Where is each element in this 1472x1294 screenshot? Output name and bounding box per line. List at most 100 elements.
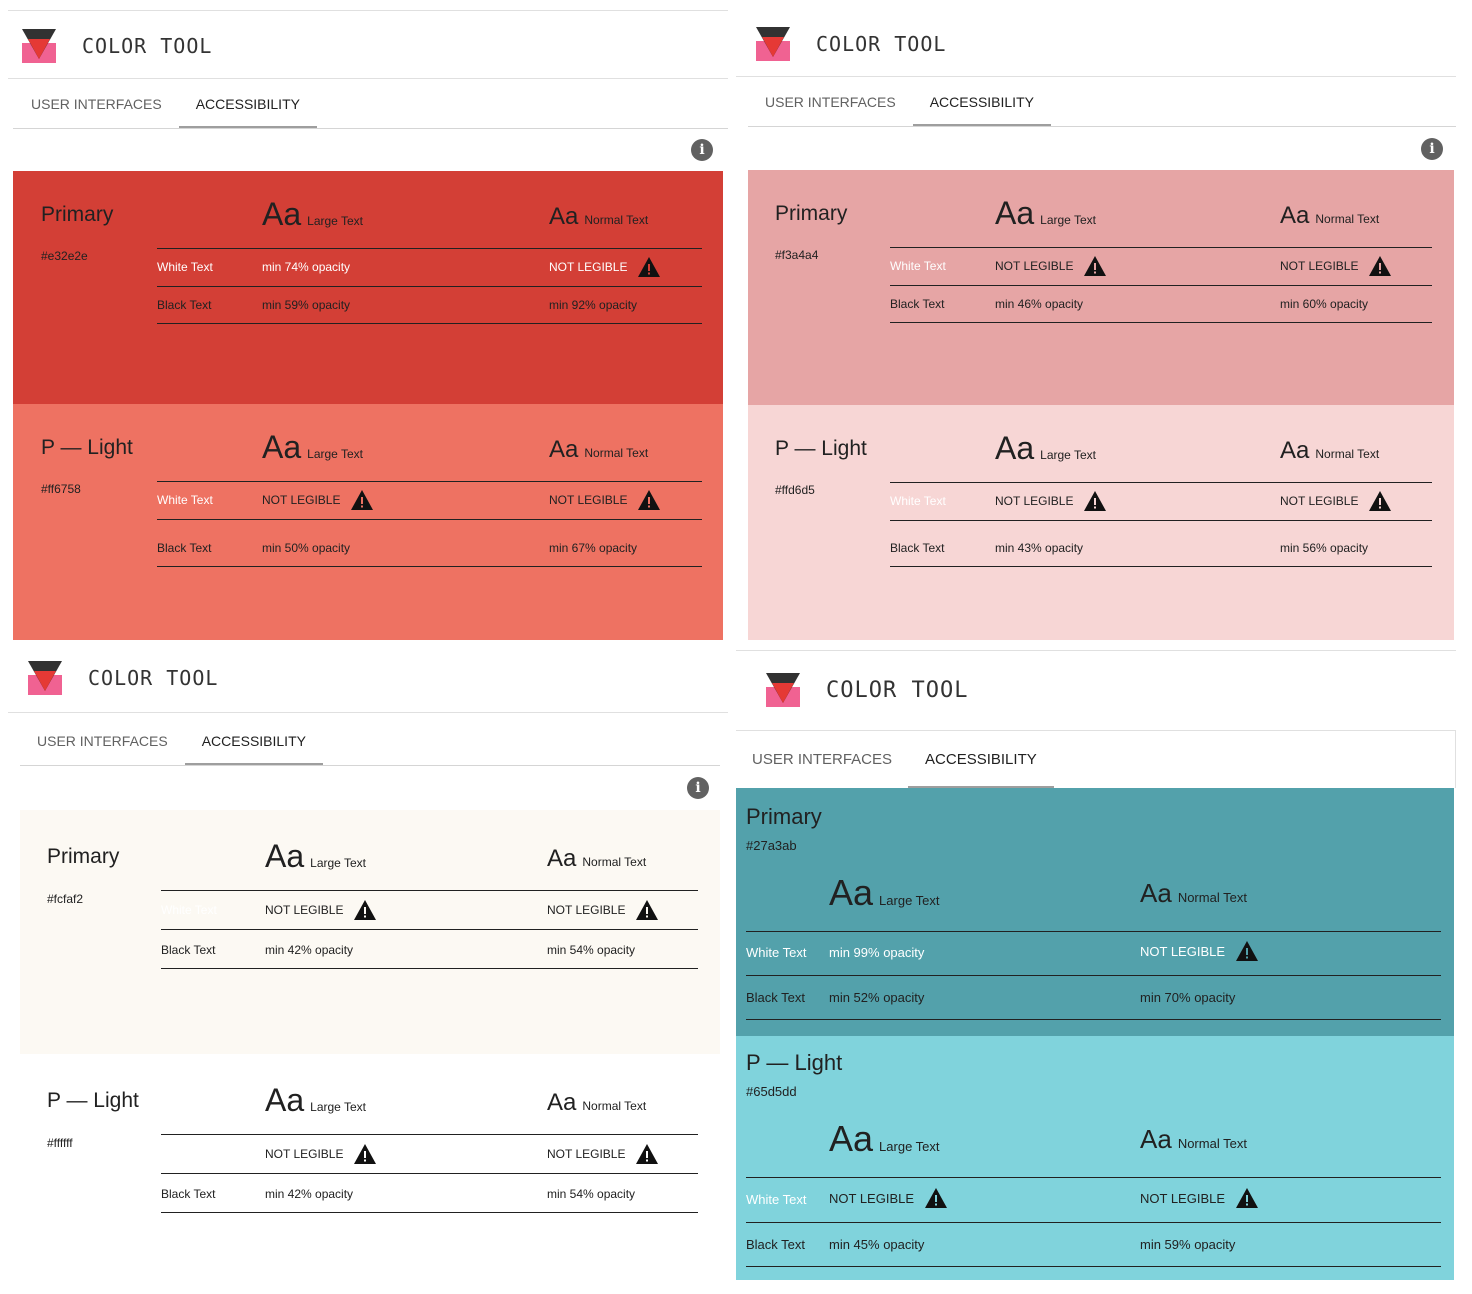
normal-text-sample: Aa Normal Text xyxy=(1140,1124,1247,1154)
app-bar: COLOR TOOL xyxy=(766,672,1456,708)
black-normal-value: min 67% opacity xyxy=(549,541,638,555)
tab-user-interfaces[interactable]: USER INTERFACES xyxy=(14,80,179,128)
white-normal-value: NOT LEGIBLE xyxy=(1280,255,1392,277)
normal-text-sample: Aa Normal Text xyxy=(1280,202,1380,229)
color-tool-logo-icon xyxy=(756,27,792,61)
tab-accessibility[interactable]: ACCESSIBILITY xyxy=(178,80,318,128)
white-normal-value: NOT LEGIBLE xyxy=(1140,940,1259,962)
white-large-value: NOT LEGIBLE xyxy=(995,255,1107,277)
tab-accessibility[interactable]: ACCESSIBILITY xyxy=(908,736,1054,788)
app-bar-divider xyxy=(8,78,728,79)
tab-accessibility[interactable]: ACCESSIBILITY xyxy=(912,78,1052,126)
info-icon[interactable]: i xyxy=(687,777,709,799)
white-text-label: White Text xyxy=(157,260,213,274)
black-text-label: Black Text xyxy=(746,990,806,1005)
light-section: P — Light #ff6758 Aa Large Text Aa Normal … xyxy=(13,404,723,640)
info-icon[interactable]: i xyxy=(691,139,713,161)
black-large-value: min 42% opacity xyxy=(265,1187,354,1201)
color-tool-panel-cream: COLOR TOOL USER INTERFACES ACCESSIBILITY… xyxy=(8,644,728,1290)
app-title: COLOR TOOL xyxy=(826,677,969,703)
table-rule xyxy=(161,1212,698,1213)
tab-bar: USER INTERFACES ACCESSIBILITY xyxy=(748,78,1052,126)
white-normal-value: NOT LEGIBLE xyxy=(549,489,661,511)
white-normal-value: NOT LEGIBLE xyxy=(549,256,661,278)
table-rule xyxy=(157,566,702,567)
warning-icon xyxy=(1236,941,1259,961)
table-rule xyxy=(161,1173,698,1174)
white-large-value: NOT LEGIBLE xyxy=(995,490,1107,512)
tabs-divider xyxy=(748,126,1456,127)
app-bar: COLOR TOOL xyxy=(22,28,728,64)
black-text-label: Black Text xyxy=(746,1237,806,1252)
warning-icon xyxy=(1084,256,1107,276)
info-icon[interactable]: i xyxy=(1421,138,1443,160)
black-large-value: min 42% opacity xyxy=(265,943,354,957)
primary-section: Primary #e32e2e Aa Large Text Aa Normal Te… xyxy=(13,171,723,404)
white-normal-value: NOT LEGIBLE xyxy=(1140,1187,1259,1209)
black-large-value: min 50% opacity xyxy=(262,541,351,555)
large-text-sample: Aa Large Text xyxy=(995,195,1096,231)
black-text-label: Black Text xyxy=(890,541,945,555)
tabs-divider xyxy=(13,128,728,129)
section-hex: #f3a4a4 xyxy=(775,248,819,262)
table-rule xyxy=(890,566,1432,567)
tab-bar: USER INTERFACES ACCESSIBILITY xyxy=(20,717,324,765)
tab-accessibility[interactable]: ACCESSIBILITY xyxy=(184,717,324,765)
table-rule xyxy=(157,248,702,249)
section-hex: #fcfaf2 xyxy=(47,892,84,906)
primary-section: Primary #f3a4a4 Aa Large Text Aa Normal Te… xyxy=(748,170,1454,405)
black-normal-value: min 70% opacity xyxy=(1140,990,1236,1005)
section-hex: #ffd6d5 xyxy=(775,483,815,497)
warning-icon xyxy=(638,257,661,277)
black-text-label: Black Text xyxy=(161,1187,216,1201)
app-bar-divider xyxy=(8,712,728,713)
primary-section: Primary #fcfaf2 Aa Large Text Aa Normal Te… xyxy=(20,810,720,1054)
table-rule xyxy=(157,481,702,482)
large-text-sample: Aa Large Text xyxy=(262,196,363,232)
table-rule xyxy=(890,285,1432,286)
normal-text-sample: Aa Normal Text xyxy=(549,436,649,463)
color-tool-panel-red: COLOR TOOL USER INTERFACES ACCESSIBILITY… xyxy=(8,10,728,640)
warning-icon xyxy=(354,900,377,920)
panel-edge xyxy=(1455,730,1456,788)
normal-text-sample: Aa Normal Text xyxy=(547,1089,647,1116)
white-normal-value: NOT LEGIBLE xyxy=(547,1143,659,1165)
warning-icon xyxy=(1369,491,1392,511)
table-rule xyxy=(746,1222,1441,1223)
large-text-sample: Aa Large Text xyxy=(829,872,940,913)
table-rule xyxy=(890,520,1432,521)
white-text-label: White Text xyxy=(890,494,946,508)
app-title: COLOR TOOL xyxy=(82,34,213,58)
large-text-sample: Aa Large Text xyxy=(265,838,366,874)
tab-user-interfaces[interactable]: USER INTERFACES xyxy=(20,717,185,765)
table-rule xyxy=(746,1177,1441,1178)
warning-icon xyxy=(354,1144,377,1164)
warning-icon xyxy=(1236,1188,1259,1208)
table-rule xyxy=(157,286,702,287)
section-hex: #27a3ab xyxy=(746,838,797,853)
table-rule xyxy=(746,931,1441,932)
tab-user-interfaces[interactable]: USER INTERFACES xyxy=(748,78,913,126)
white-large-value: NOT LEGIBLE xyxy=(265,899,377,921)
section-name: Primary xyxy=(41,203,114,226)
warning-icon xyxy=(1084,491,1107,511)
normal-text-sample: Aa Normal Text xyxy=(547,845,647,872)
section-name: Primary xyxy=(775,202,848,225)
section-hex: #ffffff xyxy=(47,1136,73,1150)
table-rule xyxy=(157,519,702,520)
color-tool-panel-pink: COLOR TOOL USER INTERFACES ACCESSIBILITY… xyxy=(736,8,1456,640)
section-name: Primary xyxy=(47,845,120,868)
white-text-label: White Text xyxy=(746,945,807,960)
table-rule xyxy=(890,482,1432,483)
black-large-value: min 45% opacity xyxy=(829,1237,925,1252)
white-text-label: White Text xyxy=(161,903,217,917)
section-name: P — Light xyxy=(47,1089,139,1112)
white-text-label: White Text xyxy=(746,1192,807,1207)
table-rule xyxy=(161,929,698,930)
table-rule xyxy=(746,1266,1441,1267)
black-normal-value: min 92% opacity xyxy=(549,298,638,312)
black-normal-value: min 54% opacity xyxy=(547,1187,636,1201)
white-large-value: NOT LEGIBLE xyxy=(265,1143,377,1165)
tab-user-interfaces[interactable]: USER INTERFACES xyxy=(736,736,908,788)
black-text-label: Black Text xyxy=(890,297,945,311)
